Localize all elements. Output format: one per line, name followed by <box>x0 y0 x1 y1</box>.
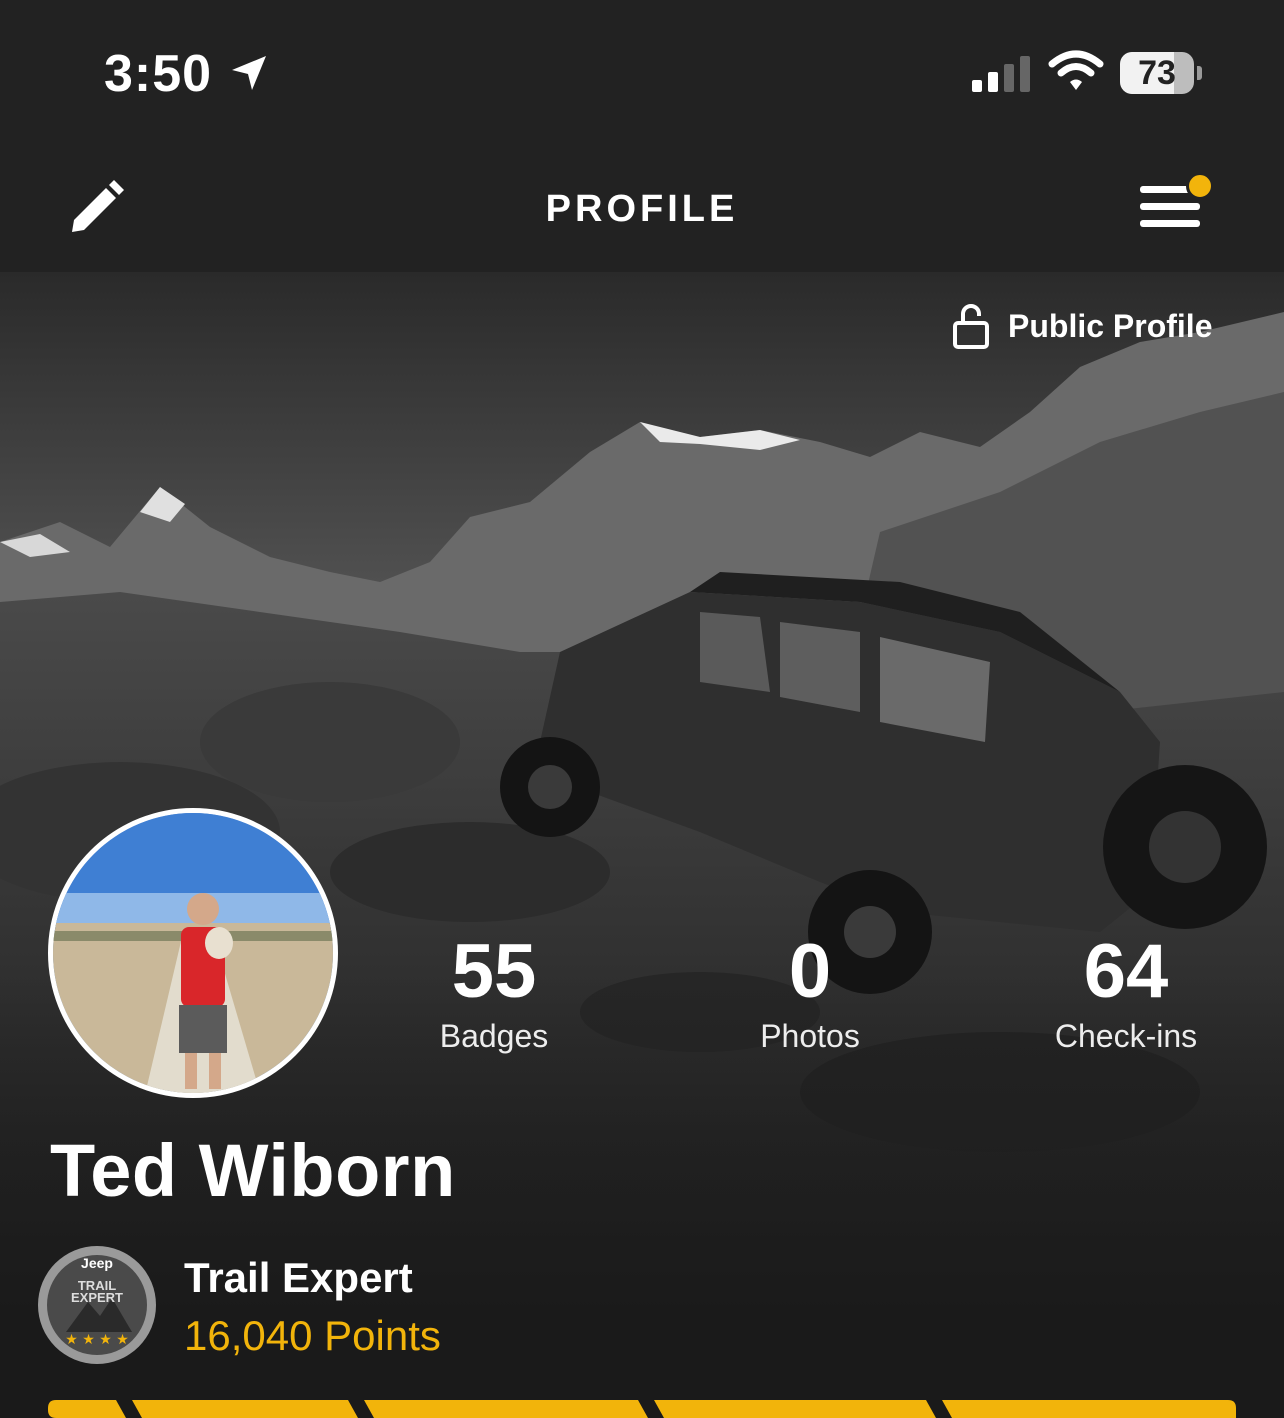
user-name: Ted Wiborn <box>50 1129 456 1212</box>
rank-points: 16,040 Points <box>184 1312 441 1359</box>
battery-icon: 73 <box>1120 52 1202 94</box>
rank-title: Trail Expert <box>184 1254 413 1301</box>
public-profile-toggle[interactable]: Public Profile <box>952 302 1212 350</box>
wifi-icon <box>1048 50 1104 90</box>
stat-value: 64 <box>1083 929 1169 1014</box>
battery-percentage: 73 <box>1138 54 1176 92</box>
stat-photos[interactable]: 0 Photos <box>690 930 930 1056</box>
stat-badges[interactable]: 55 Badges <box>374 930 614 1056</box>
location-arrow-icon <box>232 56 266 90</box>
rank-progress-bar <box>48 1400 1236 1418</box>
notification-dot <box>1186 172 1214 200</box>
page-title: PROFILE <box>545 188 739 230</box>
svg-text:★ ★ ★ ★: ★ ★ ★ ★ <box>65 1332 129 1348</box>
stat-value: 0 <box>788 929 832 1014</box>
avatar[interactable] <box>48 808 338 1098</box>
stat-value: 55 <box>451 929 537 1014</box>
trail-expert-badge-icon[interactable]: Jeep TRAIL EXPERT ★ ★ ★ ★ <box>36 1244 158 1366</box>
stat-label: Badges <box>439 1018 549 1054</box>
stat-label: Check-ins <box>1054 1018 1198 1054</box>
avatar-photo <box>53 813 333 1093</box>
svg-text:EXPERT: EXPERT <box>71 1290 123 1305</box>
status-time: 3:50 <box>104 45 213 103</box>
public-profile-label: Public Profile <box>1008 307 1213 344</box>
top-bar: 3:50 73 PROFILE <box>0 0 1284 272</box>
svg-text:Jeep: Jeep <box>81 1255 113 1271</box>
cellular-signal-icon <box>972 56 1030 92</box>
unlocked-padlock-icon <box>953 304 989 349</box>
stat-label: Photos <box>760 1018 860 1054</box>
stat-check-ins[interactable]: 64 Check-ins <box>1006 930 1246 1056</box>
